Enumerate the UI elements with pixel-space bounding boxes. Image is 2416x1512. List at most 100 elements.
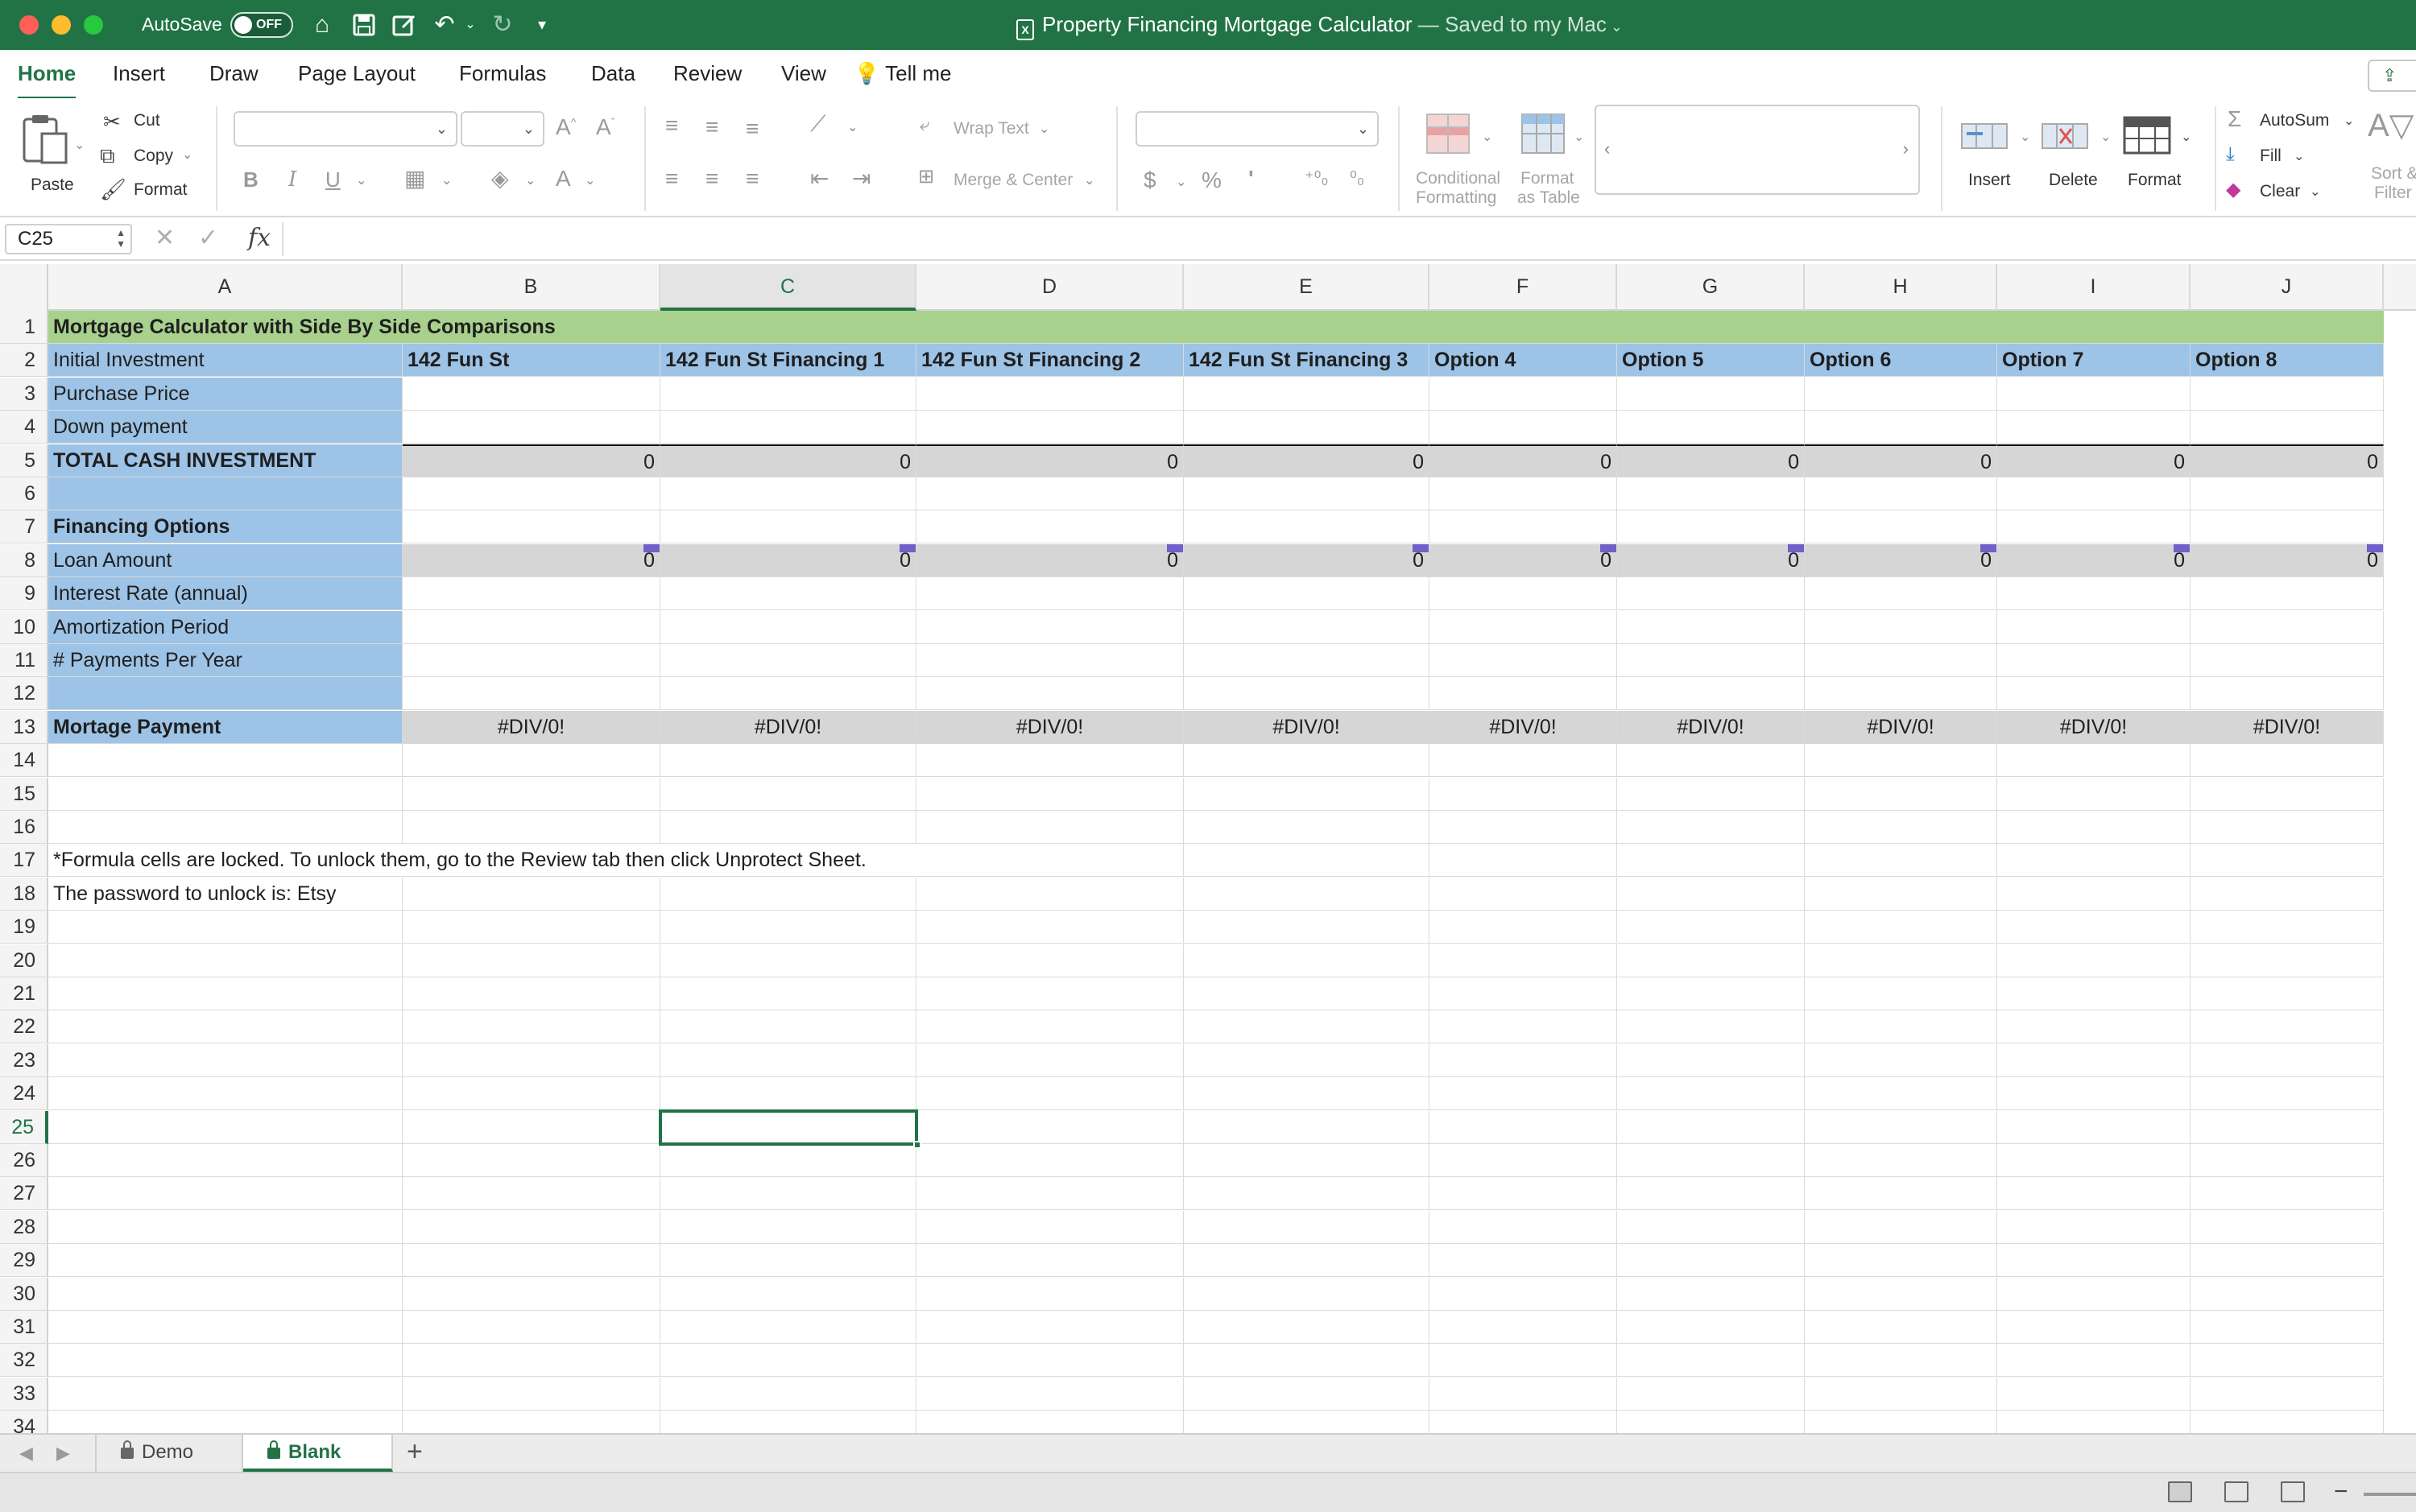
cell-g25[interactable] xyxy=(1617,1110,1805,1144)
cell-c18[interactable] xyxy=(660,877,916,911)
cell-h32[interactable] xyxy=(1805,1344,1997,1378)
cell-g9[interactable] xyxy=(1617,577,1805,611)
cell-d6[interactable] xyxy=(916,477,1184,510)
cell-b19[interactable] xyxy=(403,911,660,944)
cell-j6[interactable] xyxy=(2191,477,2384,510)
cell-d29[interactable] xyxy=(916,1244,1184,1278)
cell-c32[interactable] xyxy=(660,1344,916,1378)
cell-e18[interactable] xyxy=(1184,877,1429,911)
cell-g30[interactable] xyxy=(1617,1277,1805,1311)
cell-h24[interactable] xyxy=(1805,1077,1997,1111)
cell-e4[interactable] xyxy=(1184,411,1429,444)
cell-h28[interactable] xyxy=(1805,1210,1997,1244)
cell-f14[interactable] xyxy=(1429,744,1617,778)
cell-a1[interactable]: Mortgage Calculator with Side By Side Co… xyxy=(48,311,556,344)
cell-a2[interactable]: Initial Investment xyxy=(48,344,403,378)
cell-c28[interactable] xyxy=(660,1210,916,1244)
column-header-g[interactable]: G xyxy=(1617,264,1805,311)
cell-a8[interactable]: Loan Amount xyxy=(48,543,403,577)
cell-f18[interactable] xyxy=(1429,877,1617,911)
cell-c24[interactable] xyxy=(660,1077,916,1111)
next-sheet-icon[interactable]: ▶ xyxy=(56,1443,70,1464)
cell-h25[interactable] xyxy=(1805,1110,1997,1144)
cell-f21[interactable] xyxy=(1429,977,1617,1010)
cell-e6[interactable] xyxy=(1184,477,1429,510)
cell-c19[interactable] xyxy=(660,911,916,944)
clear-button[interactable]: Clear xyxy=(2260,182,2300,201)
cell-i11[interactable] xyxy=(1997,644,2191,677)
cell-h2[interactable]: Option 6 xyxy=(1805,344,1997,378)
cell-c27[interactable] xyxy=(660,1177,916,1211)
row-header[interactable]: 30 xyxy=(0,1277,48,1311)
cell-j26[interactable] xyxy=(2191,1144,2384,1177)
row-header[interactable]: 29 xyxy=(0,1244,48,1278)
cell-c31[interactable] xyxy=(660,1311,916,1344)
cell-b26[interactable] xyxy=(403,1144,660,1177)
cell-i3[interactable] xyxy=(1997,377,2191,411)
cell-b18[interactable] xyxy=(403,877,660,911)
cell-j27[interactable] xyxy=(2191,1177,2384,1211)
cell-b15[interactable] xyxy=(403,777,660,811)
cell-i6[interactable] xyxy=(1997,477,2191,510)
cell-d8[interactable]: 0 xyxy=(916,543,1184,577)
cell-j8[interactable]: 0 xyxy=(2191,543,2384,577)
cell-d17[interactable] xyxy=(916,844,1184,878)
cell-f22[interactable] xyxy=(1429,1010,1617,1044)
borders-dropdown-icon[interactable]: ⌄ xyxy=(441,172,452,188)
row-header[interactable]: 27 xyxy=(0,1177,48,1211)
tell-me[interactable]: 💡 Tell me xyxy=(854,61,952,86)
cell-c2[interactable]: 142 Fun St Financing 1 xyxy=(660,344,916,378)
cell-c20[interactable] xyxy=(660,944,916,977)
cell-b30[interactable] xyxy=(403,1277,660,1311)
cell-e14[interactable] xyxy=(1184,744,1429,778)
cell-b25[interactable] xyxy=(403,1110,660,1144)
cell-i18[interactable] xyxy=(1997,877,2191,911)
row-header[interactable]: 22 xyxy=(0,1010,48,1044)
cell-a15[interactable] xyxy=(48,777,403,811)
cell-j32[interactable] xyxy=(2191,1344,2384,1378)
page-layout-view-icon[interactable] xyxy=(2224,1481,2248,1502)
cell-j25[interactable] xyxy=(2191,1110,2384,1144)
fill-color-icon[interactable]: ◈ xyxy=(491,167,509,190)
cell-a23[interactable] xyxy=(48,1043,403,1077)
cell-i12[interactable] xyxy=(1997,677,2191,711)
row-header[interactable]: 14 xyxy=(0,744,48,778)
cell-h33[interactable] xyxy=(1805,1377,1997,1411)
cell-d10[interactable] xyxy=(916,610,1184,644)
name-box[interactable]: C25 ▲ ▼ xyxy=(5,224,132,254)
column-header-i[interactable]: I xyxy=(1997,264,2191,311)
cell-c26[interactable] xyxy=(660,1144,916,1177)
redo-icon[interactable]: ↻ xyxy=(486,10,519,40)
cell-g3[interactable] xyxy=(1617,377,1805,411)
chevron-right-icon[interactable]: › xyxy=(1903,138,1909,159)
cell-f9[interactable] xyxy=(1429,577,1617,611)
spreadsheet-grid[interactable]: ABCDEFGHIJ 1 Mortgage Calculator with Sid… xyxy=(0,264,2416,1433)
tab-formulas[interactable]: Formulas xyxy=(459,61,546,86)
cell-i19[interactable] xyxy=(1997,911,2191,944)
row-header[interactable]: 13 xyxy=(0,710,48,744)
cell-e1[interactable] xyxy=(1184,311,1429,344)
cell-j24[interactable] xyxy=(2191,1077,2384,1111)
column-header-b[interactable]: B xyxy=(403,264,660,311)
cell-i22[interactable] xyxy=(1997,1010,2191,1044)
cell-c25[interactable] xyxy=(660,1110,916,1144)
cell-i33[interactable] xyxy=(1997,1377,2191,1411)
zoom-out-button[interactable]: − xyxy=(2334,1478,2348,1506)
cell-h9[interactable] xyxy=(1805,577,1997,611)
cell-d28[interactable] xyxy=(916,1210,1184,1244)
insert-cells-button[interactable]: ⌄ Insert xyxy=(1955,105,2044,209)
cell-g1[interactable] xyxy=(1617,311,1805,344)
cell-c29[interactable] xyxy=(660,1244,916,1278)
cell-i7[interactable] xyxy=(1997,510,2191,544)
row-header[interactable]: 18 xyxy=(0,877,48,911)
cell-d2[interactable]: 142 Fun St Financing 2 xyxy=(916,344,1184,378)
cell-h8[interactable]: 0 xyxy=(1805,543,1997,577)
cell-f8[interactable]: 0 xyxy=(1429,543,1617,577)
cell-b10[interactable] xyxy=(403,610,660,644)
cell-j18[interactable] xyxy=(2191,877,2384,911)
row-header[interactable]: 25 xyxy=(0,1110,48,1144)
cell-h30[interactable] xyxy=(1805,1277,1997,1311)
cell-h1[interactable] xyxy=(1805,311,1997,344)
cell-i28[interactable] xyxy=(1997,1210,2191,1244)
currency-button[interactable]: $ xyxy=(1144,169,1156,192)
